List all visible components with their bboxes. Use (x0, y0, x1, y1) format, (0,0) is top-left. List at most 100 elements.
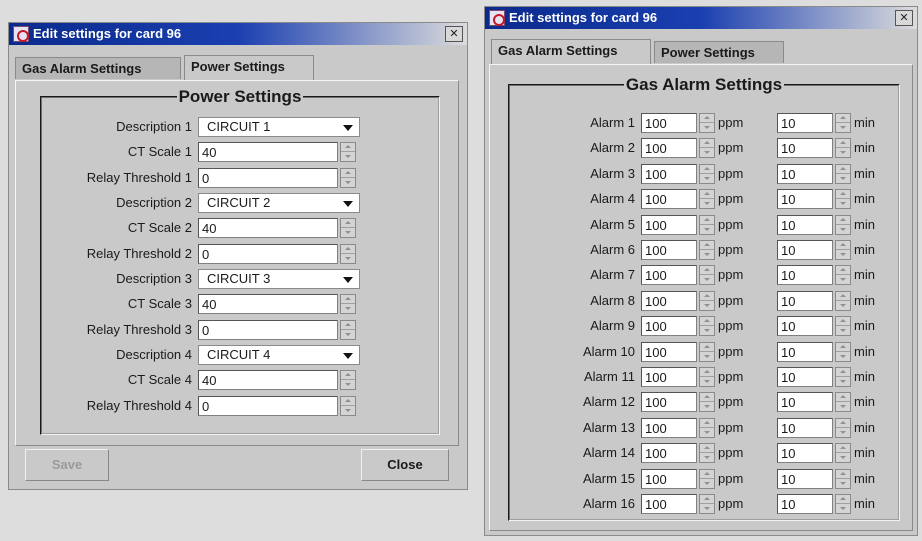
alarm-ppm-stepper[interactable] (699, 290, 715, 311)
spin-down-arrow-icon[interactable] (700, 174, 714, 183)
spin-up-arrow-icon[interactable] (700, 495, 714, 504)
alarm-min-input[interactable]: 10 (777, 417, 833, 438)
spin-up-arrow-icon[interactable] (700, 165, 714, 174)
alarm-min-input[interactable]: 10 (777, 113, 833, 133)
alarm-ppm-input[interactable]: 100 (641, 214, 697, 235)
spin-up-arrow-icon[interactable] (341, 295, 355, 304)
spin-down-arrow-icon[interactable] (341, 228, 355, 237)
ct-scale-input[interactable]: 40 (198, 142, 338, 162)
alarm-min-stepper[interactable] (835, 113, 851, 133)
alarm-ppm-stepper[interactable] (699, 341, 715, 362)
spin-down-arrow-icon[interactable] (700, 301, 714, 310)
alarm-ppm-input[interactable]: 100 (641, 138, 697, 159)
spin-up-arrow-icon[interactable] (836, 419, 850, 428)
relay-threshold-input[interactable]: 0 (198, 320, 338, 340)
alarm-ppm-stepper[interactable] (699, 417, 715, 438)
tab-power-settings[interactable]: Power Settings (654, 41, 784, 63)
spin-down-arrow-icon[interactable] (700, 453, 714, 462)
alarm-min-stepper[interactable] (835, 417, 851, 438)
alarm-ppm-input[interactable]: 100 (641, 417, 697, 438)
spin-down-arrow-icon[interactable] (836, 301, 850, 310)
alarm-ppm-stepper[interactable] (699, 189, 715, 210)
spin-up-arrow-icon[interactable] (836, 241, 850, 250)
alarm-min-stepper[interactable] (835, 290, 851, 311)
spin-down-arrow-icon[interactable] (700, 504, 714, 513)
alarm-min-stepper[interactable] (835, 443, 851, 464)
spin-up-arrow-icon[interactable] (700, 444, 714, 454)
alarm-ppm-stepper[interactable] (699, 265, 715, 286)
left-window-close-icon[interactable]: ✕ (445, 26, 463, 42)
spin-up-arrow-icon[interactable] (836, 216, 850, 225)
spin-up-arrow-icon[interactable] (341, 371, 355, 380)
chevron-down-icon[interactable] (343, 201, 353, 207)
spin-up-arrow-icon[interactable] (341, 321, 355, 330)
spin-up-arrow-icon[interactable] (341, 397, 355, 406)
spin-down-arrow-icon[interactable] (700, 479, 714, 488)
ct-scale-input[interactable]: 40 (198, 370, 338, 390)
alarm-ppm-input[interactable]: 100 (641, 265, 697, 286)
left-window-titlebar[interactable]: Edit settings for card 96 ✕ (9, 23, 467, 45)
spin-down-arrow-icon[interactable] (836, 174, 850, 183)
alarm-min-input[interactable]: 10 (777, 468, 833, 489)
spin-up-arrow-icon[interactable] (836, 266, 850, 276)
alarm-ppm-input[interactable]: 100 (641, 113, 697, 133)
alarm-ppm-stepper[interactable] (699, 138, 715, 159)
spin-down-arrow-icon[interactable] (836, 326, 850, 335)
alarm-min-input[interactable]: 10 (777, 189, 833, 210)
alarm-min-stepper[interactable] (835, 341, 851, 362)
spin-down-arrow-icon[interactable] (341, 178, 355, 187)
alarm-min-input[interactable]: 10 (777, 316, 833, 337)
alarm-ppm-input[interactable]: 100 (641, 240, 697, 260)
spin-up-arrow-icon[interactable] (700, 114, 714, 123)
alarm-min-stepper[interactable] (835, 392, 851, 413)
ct-scale-stepper[interactable] (340, 370, 356, 390)
description-select[interactable]: CIRCUIT 2 (198, 193, 360, 213)
spin-up-arrow-icon[interactable] (700, 139, 714, 149)
right-window-titlebar[interactable]: Edit settings for card 96 ✕ (485, 7, 917, 29)
relay-threshold-input[interactable]: 0 (198, 396, 338, 416)
close-button[interactable]: Close (361, 449, 449, 481)
tab-power-settings[interactable]: Power Settings (184, 55, 314, 80)
spin-up-arrow-icon[interactable] (341, 245, 355, 254)
spin-up-arrow-icon[interactable] (341, 143, 355, 152)
spin-up-arrow-icon[interactable] (700, 317, 714, 327)
alarm-ppm-stepper[interactable] (699, 163, 715, 184)
spin-down-arrow-icon[interactable] (700, 326, 714, 335)
spin-down-arrow-icon[interactable] (836, 428, 850, 437)
ct-scale-stepper[interactable] (340, 294, 356, 314)
alarm-min-input[interactable]: 10 (777, 138, 833, 159)
alarm-min-stepper[interactable] (835, 163, 851, 184)
alarm-ppm-input[interactable]: 100 (641, 443, 697, 464)
spin-down-arrow-icon[interactable] (341, 254, 355, 263)
alarm-min-stepper[interactable] (835, 214, 851, 235)
spin-up-arrow-icon[interactable] (341, 169, 355, 178)
spin-down-arrow-icon[interactable] (700, 275, 714, 284)
alarm-ppm-input[interactable]: 100 (641, 367, 697, 387)
spin-up-arrow-icon[interactable] (836, 368, 850, 377)
right-window-close-icon[interactable]: ✕ (895, 10, 913, 26)
alarm-ppm-stepper[interactable] (699, 316, 715, 337)
spin-up-arrow-icon[interactable] (700, 368, 714, 377)
spin-up-arrow-icon[interactable] (836, 495, 850, 504)
alarm-ppm-input[interactable]: 100 (641, 189, 697, 210)
description-select[interactable]: CIRCUIT 4 (198, 345, 360, 365)
spin-down-arrow-icon[interactable] (836, 352, 850, 361)
alarm-ppm-input[interactable]: 100 (641, 290, 697, 311)
tab-gas-alarm-settings[interactable]: Gas Alarm Settings (491, 39, 651, 64)
alarm-ppm-stepper[interactable] (699, 494, 715, 514)
spin-down-arrow-icon[interactable] (836, 148, 850, 157)
spin-up-arrow-icon[interactable] (700, 292, 714, 301)
spin-down-arrow-icon[interactable] (341, 152, 355, 161)
alarm-min-input[interactable]: 10 (777, 367, 833, 387)
spin-down-arrow-icon[interactable] (341, 304, 355, 313)
alarm-min-input[interactable]: 10 (777, 265, 833, 286)
spin-down-arrow-icon[interactable] (700, 250, 714, 259)
alarm-ppm-stepper[interactable] (699, 214, 715, 235)
relay-threshold-stepper[interactable] (340, 396, 356, 416)
spin-down-arrow-icon[interactable] (700, 148, 714, 157)
alarm-min-input[interactable]: 10 (777, 392, 833, 413)
alarm-ppm-input[interactable]: 100 (641, 163, 697, 184)
spin-up-arrow-icon[interactable] (836, 190, 850, 200)
alarm-min-stepper[interactable] (835, 494, 851, 514)
spin-up-arrow-icon[interactable] (836, 470, 850, 479)
